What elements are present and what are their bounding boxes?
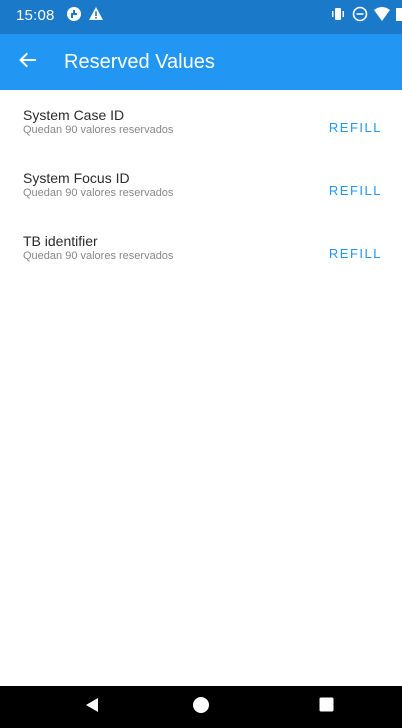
list-item: System Case ID Quedan 90 valores reserva… [0, 90, 402, 153]
item-subtitle: Quedan 90 valores reservados [23, 187, 174, 199]
refill-button[interactable]: REFILL [329, 120, 382, 136]
wifi-icon [374, 6, 390, 27]
back-button[interactable] [14, 48, 42, 76]
nav-back-button[interactable] [82, 697, 102, 717]
app-bar: Reserved Values [0, 34, 402, 90]
status-time: 15:08 [16, 7, 55, 24]
data-saver-icon [66, 6, 82, 27]
nav-recents-button[interactable] [316, 697, 336, 717]
navigation-bar [0, 686, 402, 728]
back-triangle-icon [85, 697, 99, 718]
recents-square-icon [319, 697, 334, 717]
vibrate-icon [330, 6, 346, 27]
status-left-icons [66, 6, 104, 26]
item-subtitle: Quedan 90 valores reservados [23, 124, 174, 136]
status-right-icons [330, 6, 402, 26]
page-title: Reserved Values [64, 51, 215, 73]
item-title: System Case ID [23, 107, 125, 123]
battery-icon [396, 6, 402, 27]
home-circle-icon [192, 696, 210, 719]
item-title: TB identifier [23, 233, 98, 249]
list-item: TB identifier Quedan 90 valores reservad… [0, 216, 402, 279]
reserved-values-list: System Case ID Quedan 90 valores reserva… [0, 90, 402, 279]
list-item: System Focus ID Quedan 90 valores reserv… [0, 153, 402, 216]
nav-home-button[interactable] [191, 696, 211, 719]
refill-button[interactable]: REFILL [329, 246, 382, 262]
warning-icon [88, 6, 104, 27]
do-not-disturb-icon [352, 6, 368, 27]
status-bar: 15:08 [0, 0, 402, 34]
arrow-back-icon [18, 50, 38, 75]
item-title: System Focus ID [23, 170, 130, 186]
refill-button[interactable]: REFILL [329, 183, 382, 199]
item-subtitle: Quedan 90 valores reservados [23, 250, 174, 262]
